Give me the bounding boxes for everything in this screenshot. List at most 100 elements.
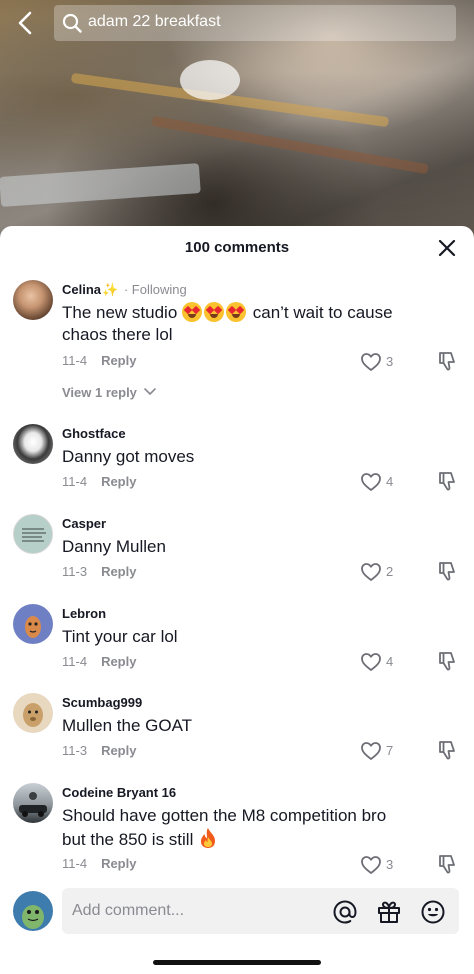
comment-username[interactable]: Lebron	[62, 606, 106, 621]
view-replies-button[interactable]: View 1 reply	[62, 385, 156, 400]
comment-date: 11-4	[62, 353, 88, 368]
home-indicator	[153, 960, 321, 965]
reply-button[interactable]: Reply	[101, 856, 136, 871]
thumbs-down-icon	[439, 352, 455, 371]
reply-button[interactable]: Reply	[101, 654, 136, 669]
thumbs-down-icon	[439, 741, 455, 760]
comment-text: The new studio can’t wait to cause chaos…	[62, 302, 422, 346]
following-label: · Following	[123, 282, 187, 297]
reply-button[interactable]: Reply	[101, 743, 136, 758]
heart-outline-icon	[361, 742, 381, 760]
comment-text-part: The new studio	[62, 303, 183, 322]
comment-username[interactable]: Codeine Bryant 16	[62, 785, 176, 800]
fire-emoji-icon	[201, 828, 216, 848]
dislike-button[interactable]	[436, 739, 458, 761]
chevron-left-icon	[18, 11, 32, 35]
reply-button[interactable]: Reply	[101, 564, 136, 579]
avatar[interactable]	[13, 424, 53, 464]
heart-outline-icon	[361, 353, 381, 371]
thumbs-down-icon	[439, 472, 455, 491]
comment-username[interactable]: Scumbag999	[62, 695, 142, 710]
comment-text-part: Should have gotten the M8 competition br…	[62, 806, 387, 849]
username-text[interactable]: Celina	[62, 282, 101, 297]
comment-username[interactable]: Ghostface	[62, 426, 126, 441]
like-count: 3	[386, 354, 394, 369]
gift-icon	[378, 901, 400, 923]
like-count: 7	[386, 743, 394, 758]
avatar[interactable]	[13, 604, 53, 644]
thumbs-down-icon	[439, 855, 455, 874]
heart-eyes-emoji-icon	[226, 302, 247, 322]
heart-eyes-emoji-icon	[182, 302, 203, 322]
search-bar[interactable]: adam 22 breakfast	[54, 5, 456, 41]
like-count: 3	[386, 857, 394, 872]
comment-item: Ghostface Danny got moves 11-4 Reply 4	[0, 424, 474, 494]
comment-item: Codeine Bryant 16 Should have gotten the…	[0, 783, 474, 883]
avatar[interactable]	[13, 514, 53, 554]
like-button[interactable]: 2	[360, 562, 400, 582]
dislike-button[interactable]	[436, 560, 458, 582]
comment-username[interactable]: Casper	[62, 516, 106, 531]
gift-button[interactable]	[376, 899, 402, 925]
like-button[interactable]: 4	[360, 652, 400, 672]
heart-outline-icon	[361, 856, 381, 874]
comments-count-title: 100 comments	[184, 239, 290, 256]
dislike-button[interactable]	[436, 650, 458, 672]
avatar[interactable]	[13, 783, 53, 823]
like-button[interactable]: 3	[360, 855, 400, 875]
avatar-text-graphic	[22, 528, 46, 542]
like-button[interactable]: 4	[360, 472, 400, 492]
dislike-button[interactable]	[436, 350, 458, 372]
heart-outline-icon	[361, 653, 381, 671]
like-count: 4	[386, 474, 394, 489]
reply-button[interactable]: Reply	[101, 353, 136, 368]
search-query[interactable]: adam 22 breakfast	[88, 13, 221, 31]
search-icon	[62, 13, 82, 33]
comment-date: 11-4	[62, 654, 88, 669]
avatar-character-graphic	[23, 703, 43, 727]
comment-text: Danny got moves	[62, 447, 195, 466]
comment-text: Mullen the GOAT	[62, 716, 193, 735]
like-button[interactable]: 3	[360, 352, 400, 372]
like-count: 4	[386, 654, 394, 669]
comment-username[interactable]: Celina✨ · Following	[62, 282, 187, 298]
avatar[interactable]	[13, 693, 53, 733]
chevron-down-icon	[143, 388, 156, 395]
comment-item: Scumbag999 Mullen the GOAT 11-3 Reply 7	[0, 693, 474, 763]
smiley-icon	[421, 900, 445, 924]
comment-meta: 11-4 Reply	[62, 654, 136, 669]
comment-input-bar	[0, 888, 474, 938]
sparkle-icon: ✨	[102, 282, 119, 297]
heart-outline-icon	[361, 473, 381, 491]
comment-meta: 11-4 Reply	[62, 353, 136, 368]
comment-date: 11-3	[62, 564, 88, 579]
comment-meta: 11-3 Reply	[62, 564, 136, 579]
comment-meta: 11-4 Reply	[62, 856, 136, 871]
video-blur-streak	[0, 163, 201, 207]
comment-text: Tint your car lol	[62, 627, 178, 646]
close-button[interactable]	[438, 239, 456, 257]
avatar[interactable]	[13, 280, 53, 320]
dislike-button[interactable]	[436, 853, 458, 875]
like-button[interactable]: 7	[360, 741, 400, 761]
thumbs-down-icon	[439, 562, 455, 581]
comment-item: Celina✨ · Following The new studio can’t…	[0, 280, 474, 410]
thumbs-down-icon	[439, 652, 455, 671]
comment-text: Should have gotten the M8 competition br…	[62, 805, 412, 851]
back-button[interactable]	[14, 10, 38, 36]
comments-header: 100 comments	[0, 226, 474, 270]
comment-item: Casper Danny Mullen 11-3 Reply 2	[0, 514, 474, 584]
heart-eyes-emoji-icon	[204, 302, 225, 322]
close-icon	[438, 239, 456, 257]
reply-button[interactable]: Reply	[101, 474, 136, 489]
emoji-button[interactable]	[420, 899, 446, 925]
dislike-button[interactable]	[436, 470, 458, 492]
comment-text: Danny Mullen	[62, 537, 166, 556]
comment-meta: 11-3 Reply	[62, 743, 136, 758]
comment-date: 11-4	[62, 856, 88, 871]
view-replies-label[interactable]: View 1 reply	[62, 385, 137, 400]
current-user-avatar[interactable]	[13, 891, 53, 931]
mention-button[interactable]	[332, 899, 358, 925]
comments-sheet: 100 comments Celina✨ · Following The new…	[0, 226, 474, 974]
top-bar: adam 22 breakfast	[0, 0, 474, 46]
